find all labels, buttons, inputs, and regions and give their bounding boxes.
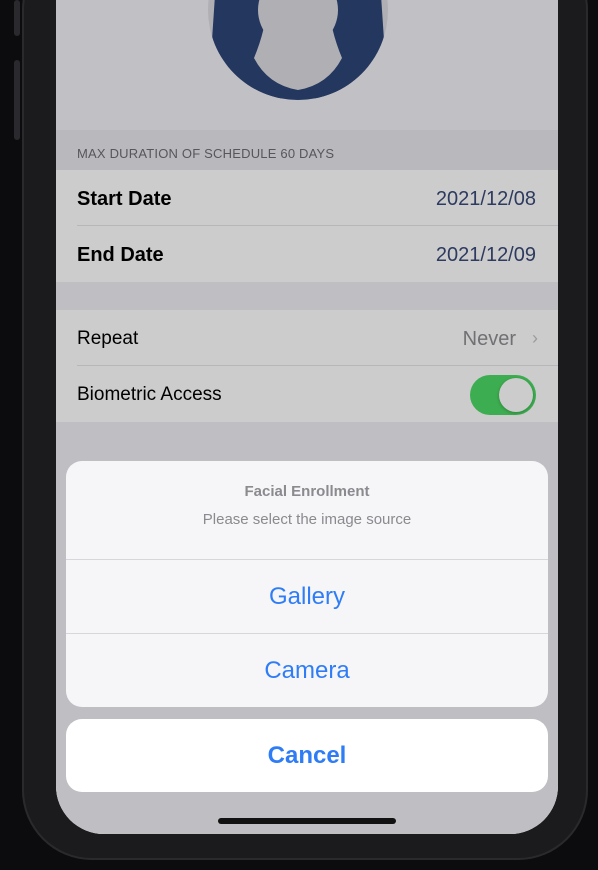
phone-side-button: [14, 0, 20, 36]
gallery-button[interactable]: Gallery: [66, 560, 548, 634]
home-indicator[interactable]: [218, 818, 396, 824]
phone-screen: MAX DURATION OF SCHEDULE 60 DAYS Start D…: [56, 0, 558, 834]
phone-side-button: [14, 60, 20, 140]
action-sheet-header: Facial Enrollment Please select the imag…: [66, 461, 548, 560]
cancel-button[interactable]: Cancel: [66, 719, 548, 792]
action-sheet-title: Facial Enrollment: [244, 483, 370, 500]
modal-dim-overlay[interactable]: [56, 0, 558, 834]
camera-button[interactable]: Camera: [66, 634, 548, 707]
cancel-group: Cancel: [66, 719, 548, 792]
action-sheet: Facial Enrollment Please select the imag…: [66, 461, 548, 707]
action-sheet-message: Please select the image source: [202, 511, 412, 528]
